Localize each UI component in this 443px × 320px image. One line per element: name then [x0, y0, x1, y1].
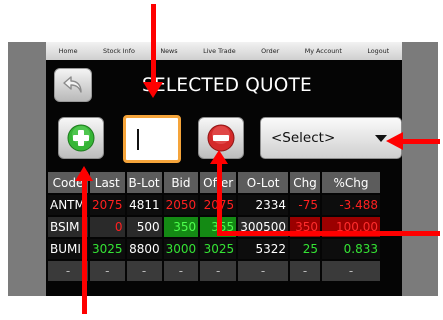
table-row[interactable]: ANTM 2075 4811 2050 2075 2334 -75 -3.488: [48, 195, 380, 215]
cell-o-lot: -: [238, 261, 288, 281]
plus-icon: [67, 124, 95, 152]
table-row[interactable]: - - - - - - - -: [48, 261, 380, 281]
cell-last: 2075: [90, 195, 125, 215]
col-b-lot: B-Lot: [126, 172, 162, 193]
cell-last: -: [90, 261, 125, 281]
back-arrow-icon: [63, 76, 82, 93]
cell-bid: -: [163, 261, 199, 281]
col-pct-chg: %Chg: [322, 172, 380, 193]
cell-last: 3025: [90, 239, 125, 259]
cell-offer: -: [200, 261, 237, 281]
nav-live-trade[interactable]: Live Trade: [203, 47, 236, 55]
cell-bid: 2050: [163, 195, 199, 215]
col-o-lot: O-Lot: [238, 172, 288, 193]
cell-b-lot: 8800: [126, 239, 162, 259]
nav-home[interactable]: Home: [59, 47, 78, 55]
select-value: <Select>: [271, 130, 336, 146]
cell-b-lot: -: [126, 261, 162, 281]
table-header-row: Code Last B-Lot Bid Offer O-Lot Chg %Chg: [48, 172, 380, 193]
cell-b-lot: 4811: [126, 195, 162, 215]
page-title: SELECTED QUOTE: [142, 75, 312, 96]
col-last: Last: [90, 172, 125, 193]
nav-order[interactable]: Order: [261, 47, 279, 55]
nav-logout[interactable]: Logout: [367, 47, 389, 55]
cell-b-lot: 500: [126, 217, 162, 237]
cell-bid: 3000: [163, 239, 199, 259]
text-caret: [137, 129, 139, 150]
cell-chg: -75: [290, 195, 320, 215]
cell-pct-chg: 0.833: [322, 239, 380, 259]
app-screen: Home Stock Info News Live Trade Order My…: [8, 42, 438, 296]
cell-last: 0: [90, 217, 125, 237]
col-bid: Bid: [163, 172, 199, 193]
cell-pct-chg: -3.488: [322, 195, 380, 215]
cell-offer: 3025: [200, 239, 237, 259]
quote-table: Code Last B-Lot Bid Offer O-Lot Chg %Chg…: [46, 170, 382, 283]
back-button[interactable]: [54, 68, 92, 102]
stock-code-input[interactable]: [123, 115, 181, 163]
nav-news[interactable]: News: [160, 47, 177, 55]
table-row[interactable]: BUMI 3025 8800 3000 3025 5322 25 0.833: [48, 239, 380, 259]
cell-chg: 25: [290, 239, 320, 259]
minus-icon: [207, 124, 235, 152]
phone-view: Home Stock Info News Live Trade Order My…: [46, 42, 402, 296]
cell-bid: 350: [163, 217, 199, 237]
cell-chg: -: [290, 261, 320, 281]
top-nav: Home Stock Info News Live Trade Order My…: [46, 42, 402, 60]
cell-pct-chg: -: [322, 261, 380, 281]
cell-o-lot: 5322: [238, 239, 288, 259]
col-chg: Chg: [290, 172, 320, 193]
add-quote-button[interactable]: [58, 117, 104, 159]
nav-stock-info[interactable]: Stock Info: [103, 47, 135, 55]
cell-o-lot: 2334: [238, 195, 288, 215]
quote-select-dropdown[interactable]: <Select>: [260, 117, 402, 159]
nav-my-account[interactable]: My Account: [305, 47, 342, 55]
